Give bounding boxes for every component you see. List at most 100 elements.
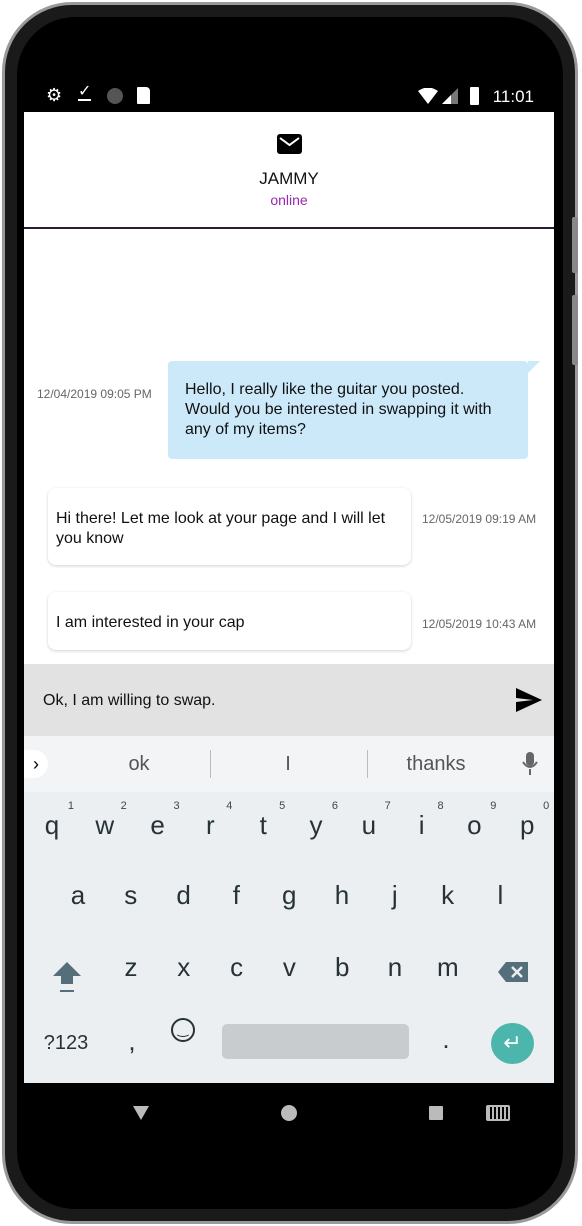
key-k[interactable]: k — [422, 880, 474, 911]
microphone-icon[interactable] — [522, 752, 538, 776]
key-hint: 6 — [331, 800, 338, 812]
key-hint: 7 — [384, 800, 391, 812]
composer: Ok, I am willing to swap. — [24, 664, 554, 736]
mail-icon — [277, 134, 302, 154]
contact-name: JAMMY — [259, 169, 319, 188]
period-key[interactable]: . — [420, 1024, 472, 1055]
key-label: u — [361, 810, 377, 840]
key-label: p — [519, 810, 535, 840]
key-q[interactable]: q1 — [26, 800, 78, 841]
key-j[interactable]: j — [369, 880, 421, 911]
incoming-message: I am interested in your cap — [48, 592, 411, 650]
key-label: h — [334, 880, 350, 910]
sync-circle-icon — [107, 88, 123, 104]
key-hint: 5 — [279, 800, 286, 812]
key-label: c — [230, 952, 244, 982]
key-label: x — [177, 952, 191, 982]
message-input[interactable]: Ok, I am willing to swap. — [43, 692, 216, 710]
suggestion-strip: › ok I thanks — [24, 736, 554, 792]
key-v[interactable]: v — [263, 952, 315, 983]
key-i[interactable]: i8 — [396, 800, 448, 841]
recents-icon[interactable] — [429, 1106, 443, 1120]
key-d[interactable]: d — [158, 880, 210, 911]
key-m[interactable]: m — [422, 952, 474, 983]
message-timestamp: 12/05/2019 09:19 AM — [422, 512, 537, 526]
emoji-icon[interactable]: ‿ — [171, 1018, 195, 1042]
back-icon[interactable] — [133, 1106, 149, 1120]
key-r[interactable]: r4 — [184, 800, 236, 841]
key-t[interactable]: t5 — [237, 800, 289, 841]
key-n[interactable]: n — [369, 952, 421, 983]
key-hint: 8 — [437, 800, 444, 812]
keyboard: › ok I thanks q1w2e3r4t5y6u7i8o9p0asdfgh… — [24, 736, 554, 1083]
suggestion[interactable]: ok — [64, 753, 214, 776]
key-label: f — [232, 880, 240, 910]
key-hint: 3 — [173, 800, 180, 812]
key-label: e — [150, 810, 165, 840]
key-hint: 1 — [67, 800, 74, 812]
key-p[interactable]: p0 — [501, 800, 553, 841]
comma-key[interactable]: , — [106, 1026, 158, 1057]
volume-button — [572, 217, 578, 273]
key-label: v — [282, 952, 296, 982]
navigation-bar — [24, 1083, 554, 1140]
key-b[interactable]: b — [316, 952, 368, 983]
symbols-key[interactable]: ?123 — [40, 1032, 92, 1055]
backspace-icon[interactable] — [498, 962, 528, 982]
key-x[interactable]: x — [158, 952, 210, 983]
gear-icon: ⚙ — [46, 85, 63, 105]
key-c[interactable]: c — [211, 952, 263, 983]
key-label: l — [497, 880, 504, 910]
screen: ⚙ ✓ 11:01 JAMMY online 12/04/2019 09:05 … — [24, 80, 554, 1140]
message-timestamp: 12/04/2019 09:05 PM — [37, 387, 152, 401]
key-hint: 0 — [543, 800, 550, 812]
key-label: d — [176, 880, 191, 910]
key-label: w — [95, 810, 115, 840]
key-a[interactable]: a — [52, 880, 104, 911]
key-l[interactable]: l — [474, 880, 526, 911]
key-label: n — [387, 952, 403, 982]
key-h[interactable]: h — [316, 880, 368, 911]
download-done-icon: ✓ — [78, 83, 92, 101]
key-label: z — [124, 952, 138, 982]
clock: 11:01 — [492, 87, 534, 106]
outgoing-message: Hello, I really like the guitar you post… — [168, 361, 540, 459]
key-o[interactable]: o9 — [448, 800, 500, 841]
key-label: s — [124, 880, 138, 910]
key-hint: 4 — [226, 800, 233, 812]
key-e[interactable]: e3 — [132, 800, 184, 841]
status-bar: ⚙ ✓ 11:01 — [24, 80, 554, 112]
space-key[interactable] — [222, 1024, 409, 1059]
key-z[interactable]: z — [105, 952, 157, 983]
shift-icon[interactable] — [52, 960, 82, 994]
key-label: m — [436, 952, 459, 982]
signal-icon — [442, 88, 458, 104]
key-label: q — [44, 810, 60, 840]
key-label: t — [259, 810, 267, 840]
message-timestamp: 12/05/2019 10:43 AM — [422, 617, 537, 631]
key-f[interactable]: f — [210, 880, 262, 911]
keyboard-switch-icon[interactable] — [486, 1105, 510, 1121]
key-g[interactable]: g — [263, 880, 315, 911]
home-icon[interactable] — [281, 1105, 297, 1121]
key-w[interactable]: w2 — [79, 800, 131, 841]
contact-status: online — [270, 192, 308, 208]
key-hint: 9 — [490, 800, 497, 812]
enter-icon[interactable]: ↵ — [491, 1023, 534, 1064]
wifi-icon — [418, 88, 438, 104]
key-u[interactable]: u7 — [343, 800, 395, 841]
send-icon[interactable] — [516, 688, 542, 712]
chevron-right-icon[interactable]: › — [24, 750, 48, 778]
key-s[interactable]: s — [105, 880, 157, 911]
incoming-message: Hi there! Let me look at your page and I… — [48, 488, 411, 565]
suggestion[interactable]: thanks — [361, 753, 511, 776]
key-label: g — [281, 880, 297, 910]
power-button — [572, 295, 578, 365]
key-label: a — [70, 880, 86, 910]
chat-header: JAMMY online — [24, 112, 554, 229]
key-hint: 2 — [120, 800, 127, 812]
key-label: k — [441, 880, 455, 910]
key-y[interactable]: y6 — [290, 800, 342, 841]
key-label: r — [206, 810, 215, 840]
suggestion[interactable]: I — [213, 753, 363, 776]
